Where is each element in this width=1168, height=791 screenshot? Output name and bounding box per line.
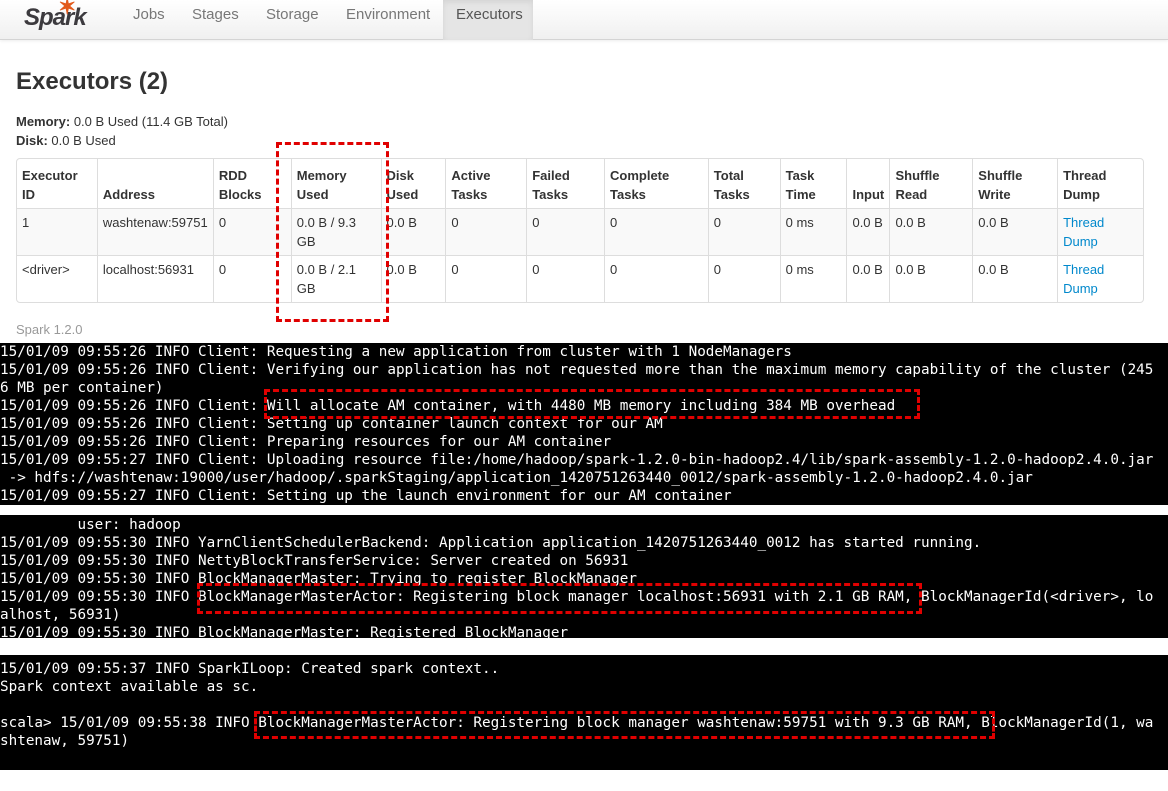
table-cell: 0 [604, 208, 708, 255]
column-header[interactable]: Input [846, 159, 889, 208]
terminal-line: user: hadoop [0, 517, 181, 533]
terminal-line: 15/01/09 09:55:30 INFO NettyBlockTransfe… [0, 553, 629, 569]
thread-dump-link[interactable]: Thread Dump [1063, 262, 1104, 296]
column-header[interactable]: Executor ID [17, 159, 97, 208]
tab-storage[interactable]: Storage [253, 0, 332, 40]
terminal-output-1: 15/01/09 09:55:26 INFO Client: Requestin… [0, 343, 1168, 505]
table-cell: 0 [526, 255, 605, 302]
column-header[interactable]: Disk Used [380, 159, 446, 208]
table-cell: 0.0 B [380, 255, 446, 302]
table-cell: 0.0 B [889, 255, 973, 302]
column-header[interactable]: Address [96, 159, 213, 208]
table-cell: 0.0 B [972, 255, 1058, 302]
table-cell: 0 [445, 208, 527, 255]
terminal-line: -> hdfs://washtenaw:19000/user/hadoop/.s… [0, 470, 1033, 486]
table-cell: Thread Dump [1057, 255, 1143, 302]
column-header[interactable]: Failed Tasks [526, 159, 604, 208]
tab-environment[interactable]: Environment [333, 0, 443, 40]
highlight-memory-used [276, 142, 389, 322]
disk-summary: Disk: 0.0 B Used [16, 133, 116, 148]
table-cell: 0.0 B [380, 208, 446, 255]
terminal-line: 15/01/09 09:55:27 INFO Client: Uploading… [0, 452, 1154, 468]
table-cell: 0 [445, 255, 527, 302]
table-cell: 0 [707, 255, 780, 302]
table-cell: 0 ms [779, 208, 847, 255]
thread-dump-link[interactable]: Thread Dump [1063, 215, 1104, 249]
terminal-line: 15/01/09 09:55:26 INFO Client: Verifying… [0, 362, 1154, 378]
table-cell: Thread Dump [1057, 208, 1143, 255]
column-header[interactable]: Total Tasks [707, 159, 780, 208]
table-cell: 0 [526, 208, 605, 255]
table-cell: 0.0 B [846, 208, 890, 255]
disk-value: 0.0 B Used [51, 133, 116, 148]
column-header[interactable]: Active Tasks [445, 159, 526, 208]
disk-label: Disk: [16, 133, 48, 148]
column-header[interactable]: Shuffle Read [889, 159, 972, 208]
terminal-output-2: user: hadoop 15/01/09 09:55:30 INFO YarnC… [0, 505, 1168, 638]
table-cell: 1 [17, 208, 97, 255]
table-cell: 0 ms [779, 255, 847, 302]
executors-table: Executor ID Address RDD Blocks Memory Used D… [16, 158, 1144, 303]
terminal-line: 15/01/09 09:55:30 INFO YarnClientSchedul… [0, 535, 982, 551]
highlight-am-allocation [264, 389, 920, 419]
page-title: Executors (2) [16, 68, 169, 95]
terminal-line: 15/01/09 09:55:30 INFO BlockManagerMaste… [0, 625, 569, 638]
table-cell: localhost:56931 [96, 255, 213, 302]
navbar: ✶ Spark Jobs Stages Storage Environment E… [0, 0, 1168, 40]
spark-version: Spark 1.2.0 [16, 322, 83, 337]
column-header[interactable]: Task Time [779, 159, 847, 208]
terminal-line: 15/01/09 09:55:37 INFO SparkILoop: Creat… [0, 661, 500, 677]
memory-label: Memory: [16, 114, 71, 129]
logo-text: Spark [24, 4, 87, 31]
table-cell: 0 [604, 255, 708, 302]
table-row: 1 washtenaw:59751 0 0.0 B / 9.3 GB 0.0 B0000… [17, 208, 1143, 255]
spark-logo[interactable]: ✶ Spark [24, 0, 87, 32]
highlight-executor-registration [254, 711, 995, 739]
memory-summary: Memory: 0.0 B Used (11.4 GB Total) [16, 114, 228, 129]
table-cell: 0.0 B [889, 208, 973, 255]
tab-executors[interactable]: Executors [443, 0, 533, 40]
table-cell: <driver> [17, 255, 97, 302]
table-cell: washtenaw:59751 [96, 208, 213, 255]
column-header[interactable]: Shuffle Write [972, 159, 1057, 208]
tab-jobs[interactable]: Jobs [120, 0, 178, 40]
memory-value: 0.0 B Used (11.4 GB Total) [73, 114, 228, 129]
table-cell: 0.0 B [846, 255, 890, 302]
terminal-line: 15/01/09 09:55:27 INFO Client: Setting u… [0, 488, 732, 504]
table-cell: 0 [707, 208, 780, 255]
terminal-line: 15/01/09 09:55:26 INFO Client: Preparing… [0, 434, 612, 450]
column-header[interactable]: Complete Tasks [604, 159, 708, 208]
tab-stages[interactable]: Stages [179, 0, 252, 40]
table-cell: 0.0 B [972, 208, 1058, 255]
table-row: <driver> localhost:56931 0 0.0 B / 2.1 GB 0.… [17, 255, 1143, 302]
star-icon: ✶ [58, 0, 76, 19]
terminal-line: 15/01/09 09:55:26 INFO Client: Requestin… [0, 344, 792, 360]
highlight-driver-registration [197, 583, 922, 614]
column-header[interactable]: Thread Dump [1057, 159, 1143, 208]
terminal-line: Spark context available as sc. [0, 679, 259, 695]
